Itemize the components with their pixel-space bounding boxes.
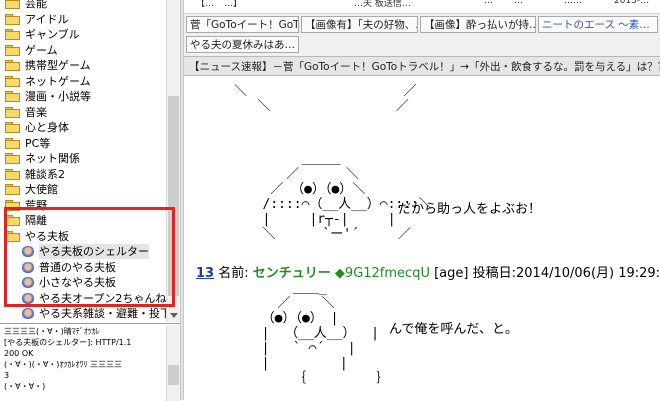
thread-list-strip[interactable]: 【……】 …夫 板送信…………… 2013-… [184, 0, 660, 14]
tree-category-label: 漫画・小説等 [25, 90, 91, 103]
tree-board-label: 普通のやる夫板 [39, 260, 116, 274]
list-strip-cell: …夫 板送信… [354, 0, 411, 9]
tab-thread-1[interactable]: 菅「GoToイート！GoT… [186, 16, 299, 33]
folder-icon [5, 122, 20, 133]
tree-category-label: 大使館 [25, 183, 58, 196]
tree-category-label: アイドル [25, 12, 69, 26]
tab-thread-4[interactable]: ニートのエース ～素… [538, 16, 658, 33]
tree-category-label: 携帯型ゲーム [25, 59, 91, 72]
folder-icon [5, 75, 20, 87]
tree-board-label: やる夫オープン2ちゃんねる [39, 291, 166, 305]
board-icon [22, 246, 34, 257]
ascii-art-top-arms: ＼ ／ ＼ ／ [234, 84, 417, 114]
speech-line-1: だから助っ人をよぶお！ [398, 202, 542, 217]
log-line: (・∀・)(・∀・)ｵﾂｶﾚｵﾜﾘ 三三三三 [4, 360, 122, 369]
board-icon [22, 308, 34, 319]
tree-category-label: 荒野 [25, 198, 47, 212]
ascii-art-yaranaika: ＿＿_ ／ ＼ （●）（●） | | （__人__） | | ` ⌒´ | | … [261, 281, 390, 386]
thread-content[interactable]: ＼ ／ ＼ ／ ＿＿＿ ／ ＼ ／ （●）（●）＼ /::::⌒（__人__）⌒… [184, 76, 660, 400]
ascii-art-yaruo: ＿＿＿ ／ ＼ ／ （●）（●）＼ /::::⌒（__人__）⌒::::＼ | … [262, 152, 432, 242]
thread-pane: 【……】 …夫 板送信…………… 2013-… 菅「GoToイート！GoT… 【画像… [184, 0, 660, 400]
tree-scrollbar-thumb[interactable] [168, 96, 179, 296]
log-scrollbar-thumb[interactable] [168, 365, 179, 385]
tree-category-label: ネットゲーム [25, 74, 91, 88]
folder-icon [5, 13, 20, 25]
tree-category-label: ネット関係 [25, 152, 80, 165]
post-author-trip: ◆9G12fmecqU [334, 266, 430, 281]
list-strip-cell: … [484, 0, 493, 6]
scroll-down-arrow-icon[interactable] [170, 313, 178, 318]
tree-board-label: やる夫板のシェルター [39, 244, 149, 259]
list-strip-cell: …】 [224, 0, 243, 9]
folder-icon [5, 44, 20, 56]
folder-icon [5, 60, 20, 71]
post-name-label: 名前: [218, 266, 249, 281]
post-number-link[interactable]: 13 [196, 266, 214, 281]
tree-category-label: 音楽 [25, 105, 47, 119]
tree-category-label: 隔離 [25, 214, 47, 227]
log-pane: 三三三三(・∀・)晴ﾏﾃﾞｵﾂｶﾚ [やる夫板のシェルター]: HTTP/1.1 2… [0, 323, 181, 401]
tree-category-label: ギャンブル [25, 28, 80, 41]
list-strip-cell: …… [564, 0, 582, 6]
log-scrollbar[interactable] [166, 325, 181, 401]
post-header: 13 名前: センチュリー ◆9G12fmecqU [age] 投稿日:2014… [196, 262, 660, 281]
list-strip-cell: 2013-… [614, 0, 650, 6]
post-age-tag: [age] [434, 266, 469, 281]
post-date: 2014/10/06(月) 19:29:5 [516, 266, 660, 281]
tree-category-label: やる夫板 [25, 229, 69, 243]
tab-thread-3[interactable]: 【画像】酔っ払いが持… [420, 16, 536, 33]
folder-icon [5, 106, 20, 118]
folder-icon [5, 29, 20, 40]
post-date-label: 投稿日: [472, 266, 517, 281]
thread-title: 【ニュース速報】－菅「GoToイート！GoToトラベル！」→「外出・飲食するな。… [189, 61, 660, 73]
tree-category-label: PC等 [25, 136, 51, 150]
folder-icon [5, 153, 20, 164]
tree-category-label: 心と身体 [25, 121, 69, 134]
thread-title-bar: 【ニュース速報】－菅「GoToイート！GoToトラベル！」→「外出・飲食するな。… [184, 57, 660, 76]
tree-board-label: やる夫系雑談・避難・投下板 [39, 307, 166, 320]
folder-icon [5, 137, 20, 149]
tree-board-label: 小さなやる夫板 [39, 276, 116, 289]
board-tree: 芸能アイドルギャンブルゲーム携帯型ゲーム ネットゲーム 漫画・小説等 音楽心と身体 PC… [0, 0, 166, 322]
folder-icon [5, 184, 20, 195]
folder-icon [5, 199, 20, 211]
board-icon [22, 292, 34, 304]
folder-icon [5, 215, 20, 226]
log-line: [やる夫板のシェルター]: HTTP/1.1 [4, 338, 132, 347]
log-line: 3 [4, 371, 10, 380]
post-author-name[interactable]: センチュリー [253, 266, 331, 281]
board-icon [22, 277, 34, 288]
log-line: (・∀・∀・) [4, 382, 46, 391]
log-line: 三三三三(・∀・)晴ﾏﾃﾞｵﾂｶﾚ [4, 327, 100, 336]
tab-thread-5[interactable]: やる夫の夏休みはあ… [186, 36, 299, 53]
tree-scrollbar[interactable] [166, 0, 181, 322]
folder-icon [5, 0, 20, 9]
folder-icon [5, 230, 20, 242]
folder-icon [5, 91, 20, 102]
tree-category-label: ゲーム [25, 43, 58, 57]
list-strip-cell: 【… [196, 0, 215, 9]
log-line: 200 OK [4, 349, 34, 358]
board-icon [22, 261, 34, 273]
list-strip-cell: … [514, 0, 523, 6]
tab-thread-2[interactable]: 【画像有】「夫の好物、… [301, 16, 418, 33]
thread-tab-bar: 菅「GoToイート！GoT… 【画像有】「夫の好物、… 【画像】酔っ払いが持… … [184, 14, 660, 57]
speech-line-2: んで俺を呼んだ、と。 [389, 322, 518, 337]
tree-category-label: 芸能 [25, 0, 47, 10]
tree-category-label: 雑談系2 [25, 167, 65, 181]
folder-icon [5, 168, 20, 180]
